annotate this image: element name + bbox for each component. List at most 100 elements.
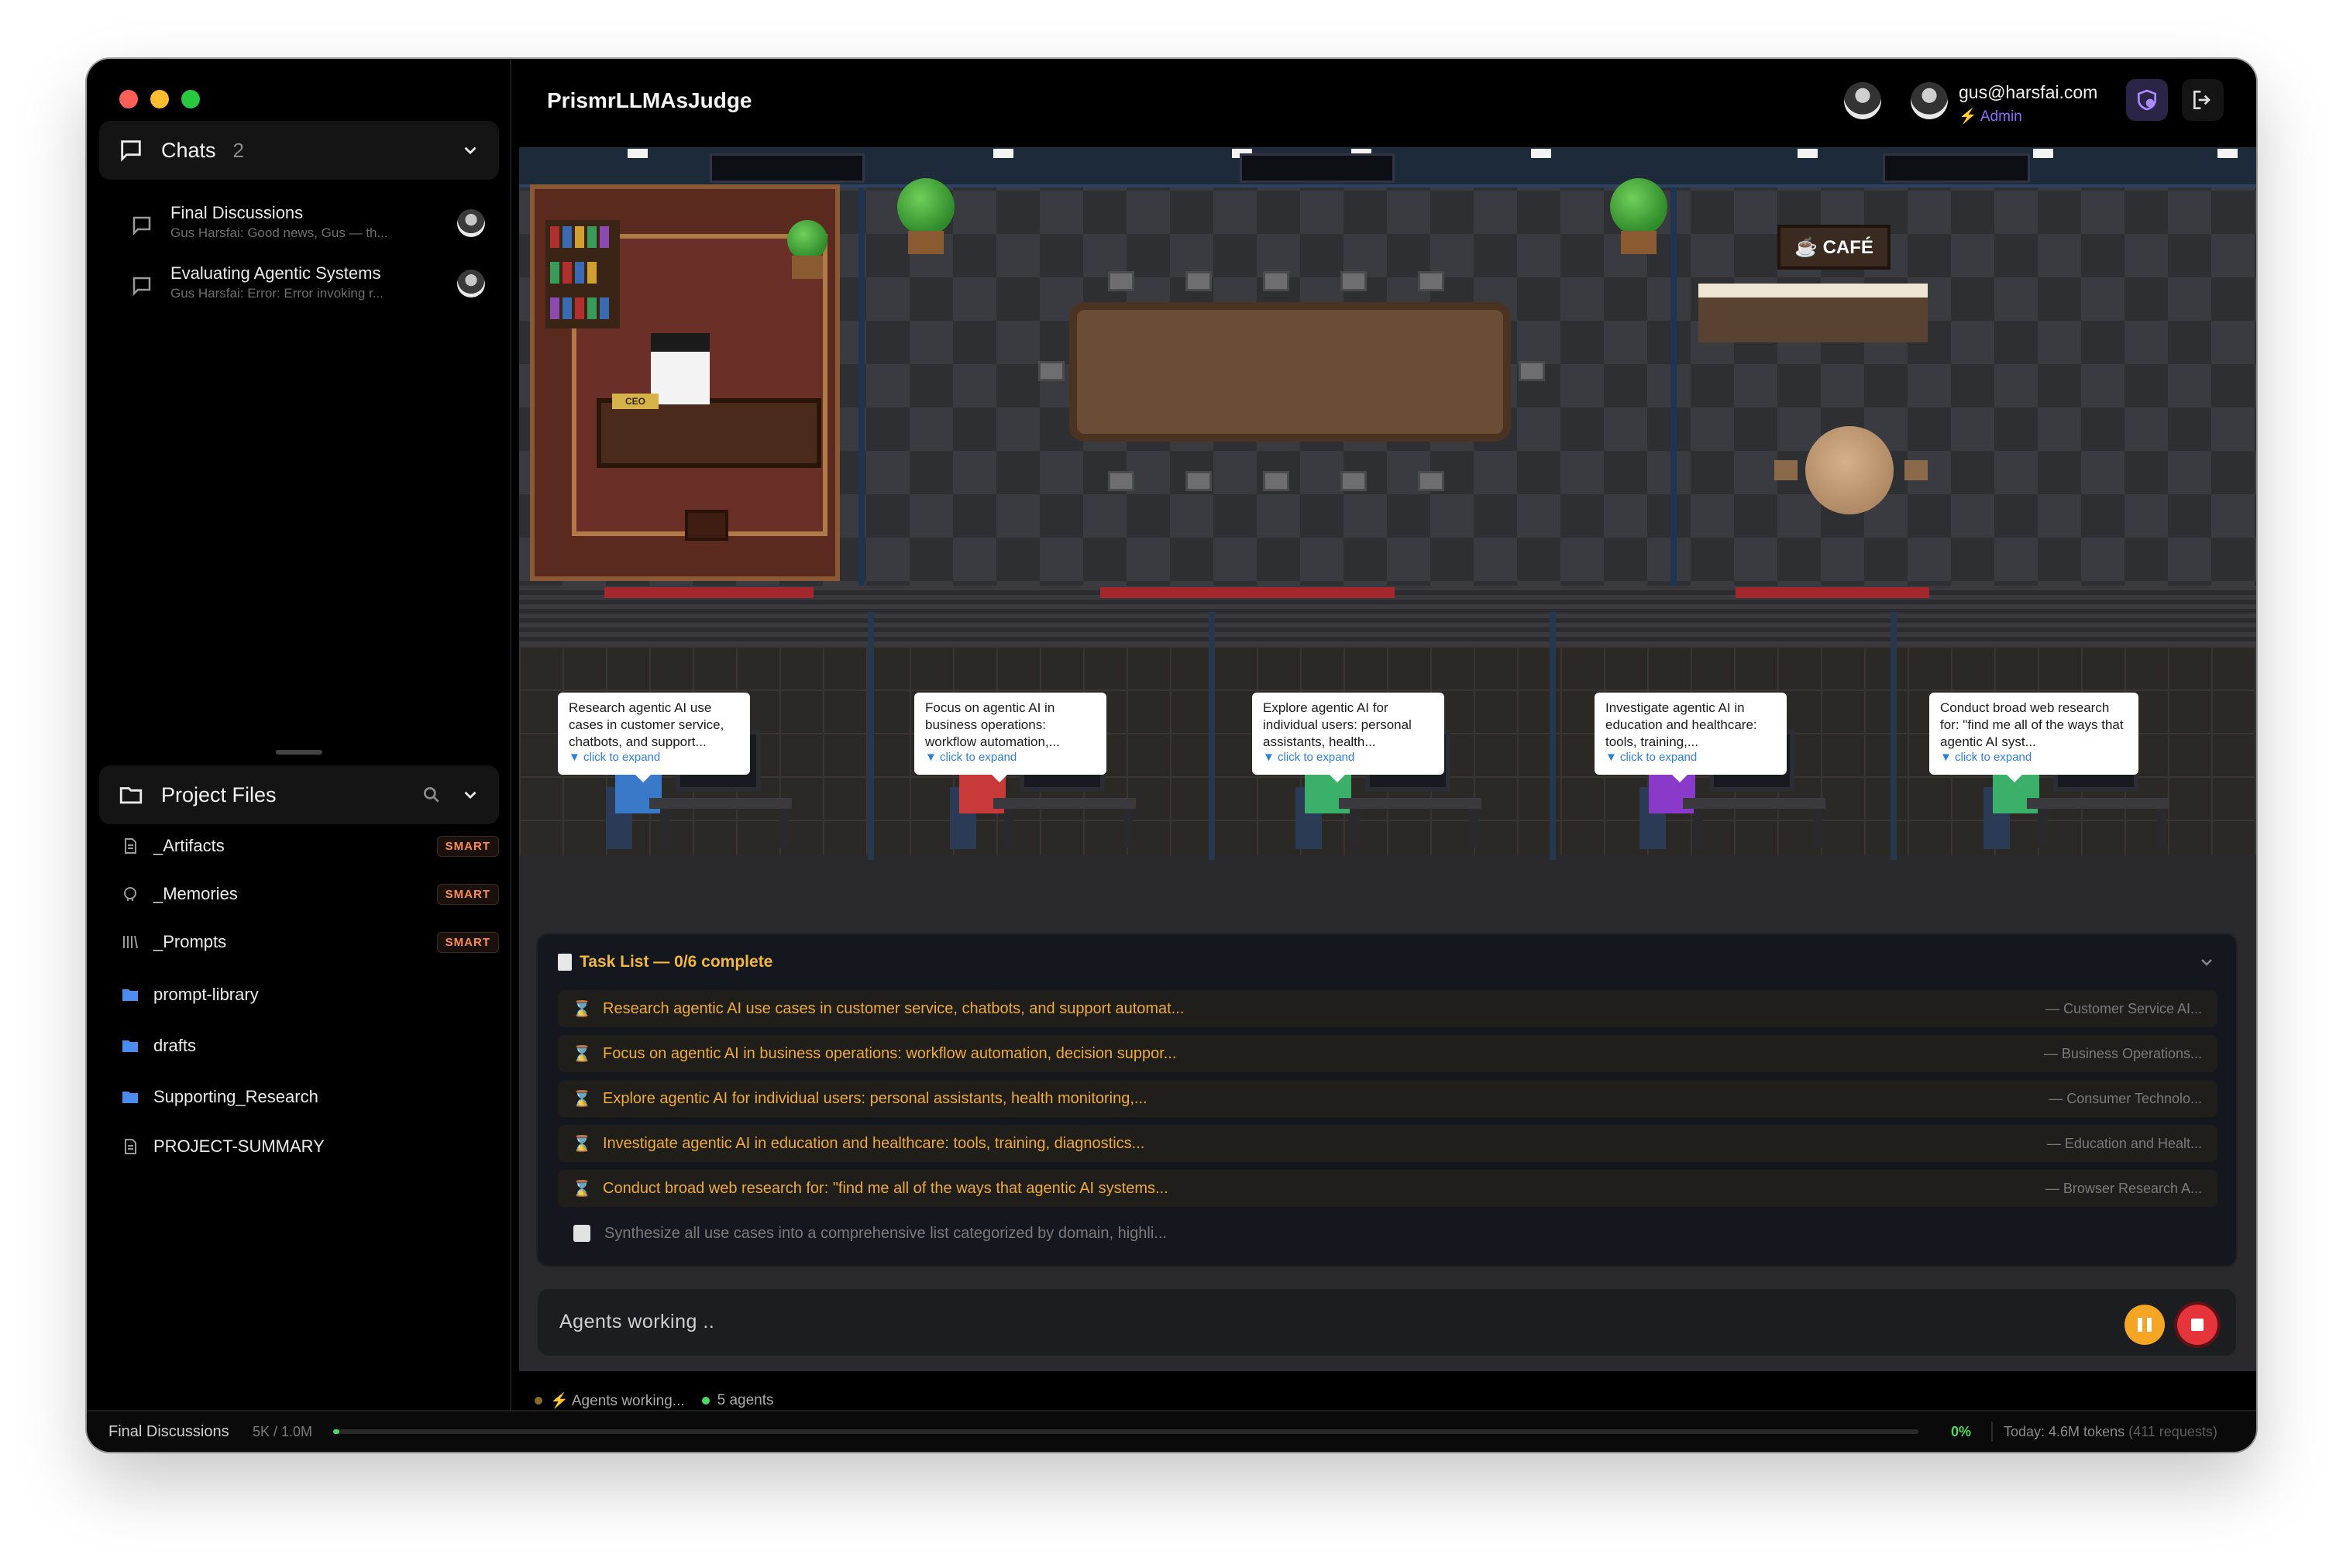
task-text: Focus on agentic AI in business operatio…: [603, 1044, 1177, 1062]
file-label: _Artifacts: [153, 836, 225, 855]
task-row[interactable]: ⌛ Research agentic AI use cases in custo…: [558, 990, 2217, 1027]
status-dot: [701, 1397, 710, 1405]
task-checkbox[interactable]: [573, 1225, 590, 1242]
chat-bubble-icon: [132, 216, 151, 236]
plant: [1610, 178, 1667, 236]
expand-link[interactable]: ▼ click to expand: [1263, 751, 1433, 765]
smart-badge: SMART: [436, 931, 499, 953]
chats-header[interactable]: Chats 2: [99, 121, 499, 180]
folder-item-supporting-research[interactable]: Supporting_Research: [119, 1080, 499, 1114]
folder-icon: [119, 1086, 141, 1108]
file-item-memories[interactable]: _Memories SMART: [119, 877, 499, 911]
context-usage: 5K / 1.0M: [253, 1423, 313, 1439]
file-item-prompts[interactable]: _Prompts SMART: [119, 925, 499, 959]
office-wall: [519, 147, 2256, 187]
hourglass-icon: ⌛: [572, 1135, 592, 1153]
folder-item-prompt-library[interactable]: prompt-library: [119, 978, 499, 1012]
folder-icon: [119, 984, 141, 1006]
minimize-window-button[interactable]: [150, 90, 169, 108]
agent-speech-bubble[interactable]: Research agentic AI use cases in custome…: [558, 693, 750, 782]
hourglass-icon: ⌛: [572, 1045, 592, 1063]
chats-count: 2: [232, 138, 245, 162]
task-row[interactable]: Synthesize all use cases into a comprehe…: [558, 1215, 2217, 1252]
folder-item-drafts[interactable]: drafts: [119, 1029, 499, 1063]
plant: [787, 220, 827, 260]
chats-title: Chats: [161, 138, 216, 162]
current-chat-name: Final Discussions: [108, 1422, 229, 1440]
task-agent: — Business Operations...: [2043, 1045, 2202, 1061]
chat-item[interactable]: Final Discussions Gus Harsfai: Good news…: [130, 201, 487, 253]
tokens-today: Today: 4.6M tokens: [2004, 1423, 2125, 1439]
task-agent: — Education and Healt...: [2046, 1135, 2202, 1151]
chat-item[interactable]: Evaluating Agentic Systems Gus Harsfai: …: [130, 262, 487, 313]
search-icon[interactable]: [421, 785, 442, 805]
project-files-header[interactable]: Project Files: [99, 765, 499, 824]
task-agent: — Consumer Technolo...: [2049, 1090, 2202, 1106]
chevron-down-icon[interactable]: [2197, 953, 2216, 971]
file-item-artifacts[interactable]: _Artifacts SMART: [119, 829, 499, 863]
folder-label: prompt-library: [153, 985, 259, 1004]
bubble-text: Focus on agentic AI in business operatio…: [925, 700, 1060, 749]
agent-speech-bubble[interactable]: Focus on agentic AI in business operatio…: [914, 693, 1106, 782]
chat-preview: Gus Harsfai: Error: Error invoking r...: [170, 286, 384, 301]
logout-icon: [2193, 91, 2211, 109]
bubble-text: Explore agentic AI for individual users:…: [1263, 700, 1412, 749]
security-button[interactable]: [2126, 79, 2168, 121]
bubble-text: Investigate agentic AI in education and …: [1605, 700, 1757, 749]
pause-button[interactable]: [2125, 1305, 2165, 1345]
file-label: _Prompts: [153, 932, 227, 951]
plant: [897, 178, 955, 236]
panel-resize-handle[interactable]: [276, 750, 322, 755]
ceo-character[interactable]: [651, 333, 710, 404]
chevron-down-icon[interactable]: [460, 785, 480, 805]
chair: [685, 510, 728, 541]
file-label: PROJECT-SUMMARY: [153, 1136, 325, 1156]
expand-link[interactable]: ▼ click to expand: [1940, 751, 2128, 765]
task-text: Research agentic AI use cases in custome…: [603, 999, 1185, 1017]
user-avatar[interactable]: [1911, 82, 1948, 119]
hourglass-icon: ⌛: [572, 1090, 592, 1108]
requests-today: (411 requests): [2128, 1423, 2217, 1439]
agent-status-bar: ⚡ Agents working... 5 agents: [535, 1391, 774, 1410]
expand-link[interactable]: ▼ click to expand: [1605, 751, 1776, 765]
cafe-table: [1805, 426, 1894, 514]
task-list-header[interactable]: Task List — 0/6 complete: [558, 953, 772, 971]
chat-title: Final Discussions: [170, 203, 304, 222]
maximize-window-button[interactable]: [181, 90, 200, 108]
message-composer[interactable]: Agents working ..: [536, 1288, 2238, 1357]
folder-outline-icon: [119, 787, 143, 804]
avatar: [457, 270, 485, 297]
page-title: PrismrLLMAsJudge: [547, 88, 752, 112]
task-text: Explore agentic AI for individual users:…: [603, 1089, 1147, 1107]
composer-status: Agents working ..: [559, 1311, 715, 1332]
task-row[interactable]: ⌛ Investigate agentic AI in education an…: [558, 1125, 2217, 1162]
expand-link[interactable]: ▼ click to expand: [569, 751, 739, 765]
stop-button[interactable]: [2177, 1305, 2217, 1345]
agent-speech-bubble[interactable]: Conduct broad web research for: "find me…: [1929, 693, 2138, 782]
agent-speech-bubble[interactable]: Investigate agentic AI in education and …: [1595, 693, 1787, 782]
main-area: PrismrLLMAsJudge gus@harsfai.com ⚡ Admin: [511, 59, 2256, 1410]
task-row[interactable]: ⌛ Explore agentic AI for individual user…: [558, 1080, 2217, 1117]
task-list-panel: Task List — 0/6 complete ⌛ Research agen…: [536, 933, 2238, 1267]
logout-button[interactable]: [2182, 79, 2224, 121]
context-progress-bar: [333, 1429, 1918, 1434]
chevron-down-icon[interactable]: [460, 140, 480, 160]
task-row[interactable]: ⌛ Conduct broad web research for: "find …: [558, 1170, 2217, 1207]
status-dot: [535, 1397, 542, 1405]
agent-speech-bubble[interactable]: Explore agentic AI for individual users:…: [1252, 693, 1444, 782]
chat-bubble-icon: [132, 277, 151, 297]
task-row[interactable]: ⌛ Focus on agentic AI in business operat…: [558, 1035, 2217, 1072]
expand-link[interactable]: ▼ click to expand: [925, 751, 1096, 765]
conference-table: [1069, 302, 1511, 442]
task-text: Synthesize all use cases into a comprehe…: [604, 1224, 1167, 1242]
folder-icon: [119, 1035, 141, 1057]
document-icon: [119, 835, 141, 857]
close-window-button[interactable]: [119, 90, 138, 108]
hourglass-icon: ⌛: [572, 1180, 592, 1198]
cafe-counter: [1698, 284, 1928, 342]
smart-badge: SMART: [436, 883, 499, 905]
document-icon: [119, 1136, 141, 1157]
shield-icon: [2138, 89, 2156, 111]
file-item-project-summary[interactable]: PROJECT-SUMMARY: [119, 1130, 499, 1164]
agent-avatar[interactable]: [1844, 82, 1881, 119]
